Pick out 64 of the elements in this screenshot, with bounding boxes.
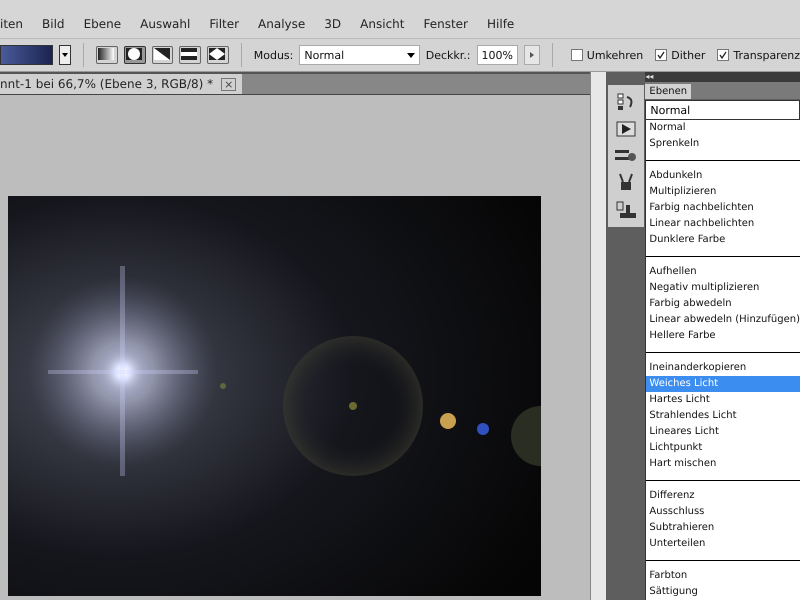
blend-mode-item[interactable]: Strahlendes Licht — [646, 408, 800, 424]
stamp-icon[interactable] — [616, 201, 636, 219]
checkbox-label: Dither — [671, 48, 706, 62]
blend-mode-item[interactable]: Linear abwedeln (Hinzufügen) — [646, 312, 800, 328]
checkbox-label: Umkehren — [586, 48, 644, 62]
collapse-button[interactable]: ◂◂ — [645, 72, 654, 82]
checkbox[interactable] — [570, 49, 583, 61]
blend-mode-item[interactable]: Farbig abwedeln — [646, 296, 800, 312]
scrollbar[interactable] — [590, 72, 606, 600]
menu-item[interactable]: Analyse — [258, 17, 306, 31]
blend-mode-item[interactable]: Ineinanderkopieren — [646, 360, 800, 376]
close-button[interactable]: × — [221, 78, 236, 90]
mode-select[interactable]: Normal — [299, 45, 420, 65]
panel-tab[interactable]: Ebenen — [645, 84, 692, 99]
gradient-type-button[interactable] — [124, 46, 146, 64]
checkbox[interactable] — [655, 49, 668, 61]
checkbox[interactable] — [717, 49, 730, 61]
menu-item[interactable]: Ebene — [84, 17, 122, 31]
caret-icon — [62, 53, 68, 57]
blend-mode-item[interactable]: Lineares Licht — [646, 424, 800, 440]
menu-item[interactable]: 3D — [324, 17, 342, 31]
arrow-icon — [530, 52, 534, 58]
play-icon[interactable] — [616, 121, 636, 137]
blend-mode-item[interactable]: Multiplizieren — [646, 184, 800, 200]
gradient-type-button[interactable] — [96, 46, 118, 64]
blend-mode-item[interactable]: Normal — [646, 120, 800, 136]
opacity-label: Deckkr.: — [426, 48, 470, 62]
blend-mode-item[interactable]: Hartes Licht — [646, 392, 800, 408]
blend-mode-item[interactable]: Abdunkeln — [646, 168, 800, 184]
blend-mode-item[interactable]: Linear nachbelichten — [646, 216, 800, 232]
blend-mode-item[interactable]: Sprenkeln — [646, 136, 800, 152]
blend-mode-item[interactable]: Differenz — [646, 488, 800, 504]
gradient-swatch[interactable] — [0, 45, 54, 65]
gradient-type-button[interactable] — [152, 46, 174, 64]
blend-mode-item[interactable]: Lichtpunkt — [646, 440, 800, 456]
caret-icon — [406, 52, 415, 58]
menu-item[interactable]: Auswahl — [140, 17, 190, 31]
blend-mode-item[interactable]: Hart mischen — [646, 456, 800, 472]
gradient-type-button[interactable] — [179, 46, 202, 64]
gradient-type-button[interactable] — [207, 46, 229, 64]
blend-mode-item[interactable]: Unterteilen — [646, 536, 800, 552]
blend-mode-item[interactable]: Dunklere Farbe — [646, 232, 800, 248]
blend-mode-field[interactable]: Normal — [645, 100, 800, 120]
blend-mode-item[interactable]: Hellere Farbe — [646, 328, 800, 344]
gradient-dropdown[interactable] — [59, 45, 72, 65]
blend-mode-item[interactable]: Ausschluss — [646, 504, 800, 520]
opacity-field[interactable]: 100% — [476, 45, 518, 65]
document-tab[interactable]: nnt-1 bei 66,7% (Ebene 3, RGB/8) * × — [0, 74, 242, 94]
blend-mode-item[interactable]: Sättigung — [646, 584, 800, 600]
blend-mode-item[interactable]: Farbig nachbelichten — [646, 200, 800, 216]
document-title: nnt-1 bei 66,7% (Ebene 3, RGB/8) * — [0, 77, 214, 91]
menu-item[interactable]: Bild — [42, 17, 65, 31]
checkbox-label: Transparenz — [733, 48, 800, 62]
blend-mode-item[interactable]: Aufhellen — [646, 264, 800, 280]
menu-item[interactable]: Filter — [209, 17, 240, 31]
menu-item[interactable]: Fenster — [423, 17, 468, 31]
blend-mode-item[interactable]: Negativ multiplizieren — [646, 280, 800, 296]
mode-label: Modus: — [254, 48, 294, 62]
menu-item[interactable]: Ansicht — [360, 17, 404, 31]
menu-item[interactable]: Hilfe — [487, 17, 514, 31]
menu-item[interactable]: iten — [0, 17, 24, 31]
slider-arrow-button[interactable] — [524, 45, 540, 65]
blend-mode-item[interactable]: Farbton — [646, 568, 800, 584]
blend-mode-item[interactable]: Subtrahieren — [646, 520, 800, 536]
